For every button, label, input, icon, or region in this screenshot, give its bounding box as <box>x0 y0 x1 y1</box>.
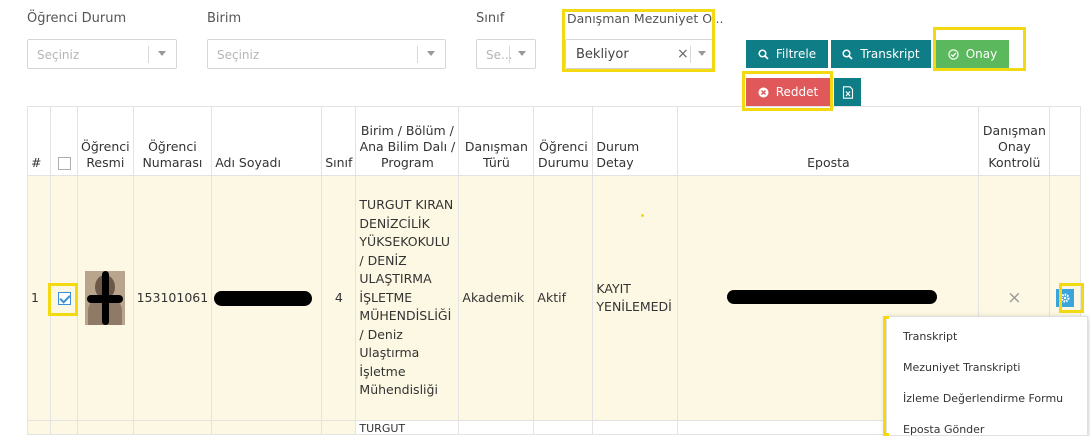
menu-item-transkript[interactable]: Transkript <box>903 330 957 343</box>
row-ogrenci-durumu: Aktif <box>533 175 594 421</box>
row-photo-cell <box>77 175 134 421</box>
menu-item-mezuniyet-transkripti[interactable]: Mezuniyet Transkripti <box>903 361 1021 374</box>
select-all-checkbox[interactable] <box>57 157 71 170</box>
clear-icon[interactable]: × <box>677 46 689 62</box>
name-redaction <box>214 291 312 306</box>
transkript-button[interactable]: Transkript <box>831 40 931 68</box>
filtrele-button[interactable]: Filtrele <box>746 40 828 68</box>
col-select-all <box>50 106 78 176</box>
col-danisman-onay: Danışman Onay Kontrolü <box>978 106 1051 176</box>
reddet-label: Reddet <box>775 85 819 99</box>
birim-label: Birim <box>207 11 242 26</box>
search-icon <box>758 48 769 60</box>
birim-select[interactable]: Seçiniz <box>207 39 446 69</box>
col-durum-detay: Durum Detay <box>592 106 679 176</box>
row-sinif: 4 <box>321 175 357 421</box>
excel-export-button[interactable] <box>834 78 861 106</box>
row-actions-menu: Transkript Mezuniyet Transkripti İzleme … <box>886 316 1088 436</box>
chevron-down-icon[interactable] <box>698 51 706 56</box>
row-select-cell <box>50 175 78 421</box>
next-row-birim: TURGUT <box>355 420 460 435</box>
chevron-down-icon[interactable] <box>518 51 526 56</box>
chevron-down-icon[interactable] <box>427 51 435 56</box>
ogrenci-durum-label: Öğrenci Durum <box>27 11 127 26</box>
student-photo <box>85 271 126 325</box>
menu-item-eposta-gonder[interactable]: Eposta Gönder <box>903 423 984 436</box>
select-separator <box>509 46 510 63</box>
email-redaction <box>727 290 937 304</box>
chevron-down-icon[interactable] <box>158 51 166 56</box>
onay-button[interactable]: Onay <box>936 40 1009 68</box>
reddet-button[interactable]: Reddet <box>746 78 830 106</box>
sinif-label: Sınıf <box>476 11 505 26</box>
col-ogrenci-durumu: Öğrenci Durumu <box>533 106 594 176</box>
col-index: # <box>27 106 51 176</box>
col-birim: Birim / Bölüm / Ana Bilim Dalı / Program <box>355 106 460 176</box>
col-eposta: Eposta <box>677 106 980 176</box>
row-checkbox[interactable] <box>57 291 71 305</box>
ogrenci-durum-placeholder: Seçiniz <box>37 48 80 62</box>
search-icon <box>842 48 853 60</box>
col-actions <box>1049 106 1082 176</box>
row-danisman-turu: Akademik <box>458 175 535 421</box>
transkript-label: Transkript <box>860 47 920 61</box>
row-numara: 153101061 <box>132 175 213 421</box>
row-index: 1 <box>27 175 51 421</box>
row-durum-detay: KAYIT YENİLEMEDİ <box>592 175 679 421</box>
check-circle-icon <box>948 48 959 60</box>
col-danisman-turu: Danışman Türü <box>458 106 535 176</box>
select-separator <box>417 46 418 63</box>
onay-label: Onay <box>965 47 998 61</box>
danisman-mezuniyet-select[interactable]: Bekliyor × <box>565 39 714 69</box>
select-separator <box>148 46 149 63</box>
filtrele-label: Filtrele <box>775 47 817 61</box>
marker-dot <box>641 214 644 217</box>
gear-icon[interactable] <box>1056 289 1075 308</box>
danisman-mezuniyet-label: Danışman Mezuniyet O... <box>567 11 724 26</box>
ogrenci-durum-select[interactable]: Seçiniz <box>27 39 177 69</box>
select-separator <box>690 46 691 63</box>
menu-item-izleme-formu[interactable]: İzleme Değerlendirme Formu <box>903 392 1063 405</box>
excel-file-icon <box>842 85 853 99</box>
col-resim: Öğrenci Resmi <box>77 106 134 176</box>
birim-placeholder: Seçiniz <box>217 48 260 62</box>
close-circle-icon <box>758 87 769 97</box>
sinif-select[interactable]: Se... <box>476 39 536 69</box>
danisman-mezuniyet-value: Bekliyor <box>576 47 629 62</box>
row-birim: TURGUT KIRAN DENİZCİLİK YÜKSEKOKULU / DE… <box>355 175 460 421</box>
col-adsoyad: Adı Soyadı <box>211 106 323 176</box>
col-numara: Öğrenci Numarası <box>132 106 213 176</box>
col-sinif: Sınıf <box>321 106 357 176</box>
